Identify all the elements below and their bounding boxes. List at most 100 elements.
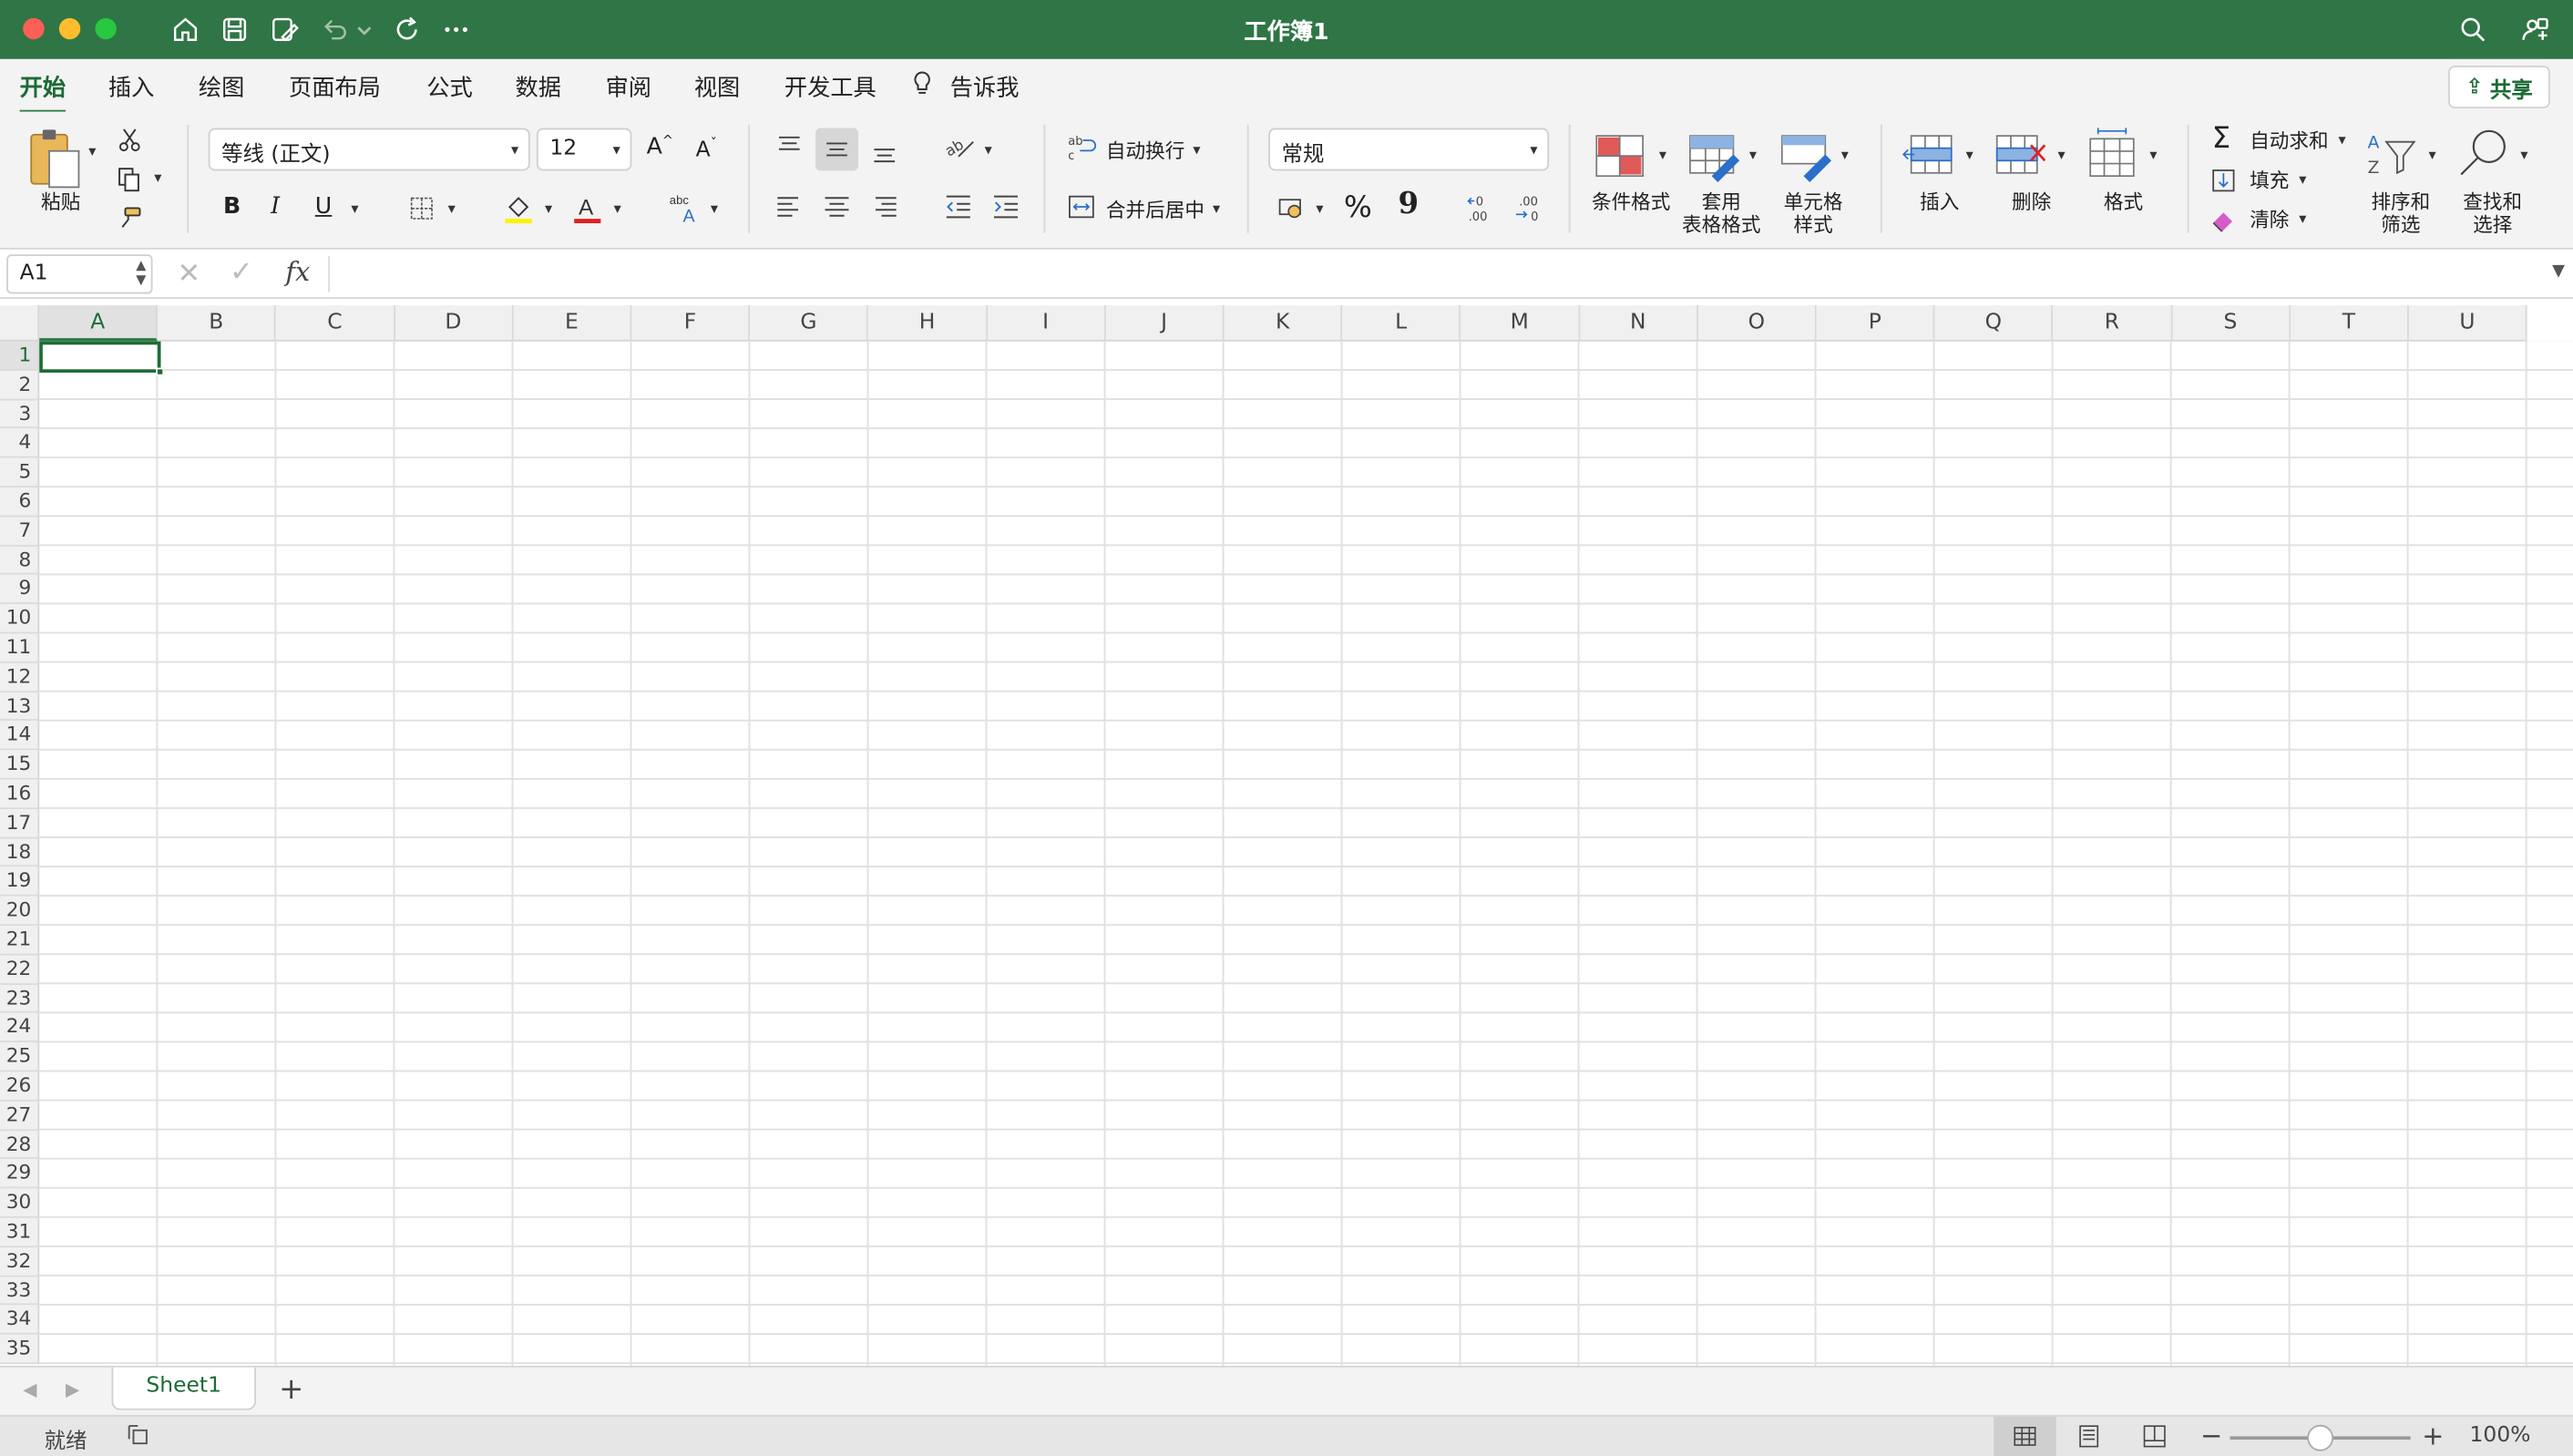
cell-styles-label-1[interactable]: 单元格 bbox=[1768, 190, 1857, 213]
conditional-formatting-dropdown-icon[interactable]: ▾ bbox=[1659, 148, 1666, 164]
cut-icon[interactable] bbox=[115, 125, 144, 154]
row-header[interactable]: 4 bbox=[0, 428, 40, 458]
tab-formulas[interactable]: 公式 bbox=[426, 70, 472, 103]
zoom-out-icon[interactable]: − bbox=[2200, 1420, 2222, 1451]
fill-dropdown-icon[interactable]: ▾ bbox=[2299, 172, 2306, 189]
row-header[interactable]: 10 bbox=[0, 604, 40, 634]
normal-view-icon[interactable] bbox=[1994, 1416, 2056, 1456]
accounting-dropdown-icon[interactable]: ▾ bbox=[1316, 202, 1323, 219]
row-header[interactable]: 22 bbox=[0, 955, 40, 985]
formula-input[interactable] bbox=[338, 256, 2537, 292]
align-right-icon[interactable] bbox=[866, 190, 903, 223]
clear-icon[interactable] bbox=[2209, 205, 2238, 234]
column-header[interactable]: H bbox=[868, 305, 988, 342]
italic-icon[interactable]: I bbox=[271, 194, 280, 220]
share-person-icon[interactable] bbox=[2519, 13, 2552, 46]
format-cells-icon[interactable] bbox=[2084, 125, 2143, 184]
row-header[interactable]: 25 bbox=[0, 1042, 40, 1072]
orientation-dropdown-icon[interactable]: ▾ bbox=[985, 143, 992, 159]
column-header[interactable]: P bbox=[1816, 305, 1935, 342]
row-header[interactable]: 24 bbox=[0, 1013, 40, 1043]
number-format-select[interactable]: 常规 ▾ bbox=[1268, 128, 1550, 171]
cell-styles-label-2[interactable]: 样式 bbox=[1768, 213, 1857, 236]
autosum-dropdown-icon[interactable]: ▾ bbox=[2338, 133, 2345, 149]
align-center-icon[interactable] bbox=[819, 190, 856, 223]
phonetic-dropdown-icon[interactable]: ▾ bbox=[711, 202, 718, 219]
find-select-label-2[interactable]: 选择 bbox=[2448, 213, 2537, 236]
column-header[interactable]: L bbox=[1342, 305, 1461, 342]
column-header[interactable]: U bbox=[2408, 305, 2527, 342]
paste-icon[interactable] bbox=[26, 125, 86, 190]
column-header[interactable]: B bbox=[158, 305, 277, 342]
merge-center-label[interactable]: 合并后居中 bbox=[1106, 199, 1204, 221]
format-as-table-icon[interactable] bbox=[1686, 128, 1745, 184]
autosum-icon[interactable]: Σ bbox=[2212, 121, 2230, 156]
borders-dropdown-icon[interactable]: ▾ bbox=[448, 202, 456, 219]
row-header[interactable]: 19 bbox=[0, 866, 40, 897]
column-header[interactable]: C bbox=[276, 305, 395, 342]
cancel-formula-icon[interactable]: ✕ bbox=[178, 258, 201, 291]
name-box-stepper-icon[interactable]: ▲ ▼ bbox=[136, 258, 146, 287]
increase-decimal-icon[interactable]: 0.00 bbox=[1464, 190, 1501, 227]
merge-center-icon[interactable] bbox=[1065, 190, 1098, 223]
autosum-label[interactable]: 自动求和 bbox=[2250, 129, 2328, 152]
insert-function-icon[interactable]: fx bbox=[285, 256, 310, 287]
cell-grid[interactable] bbox=[39, 341, 2573, 1366]
column-header[interactable]: N bbox=[1579, 305, 1698, 342]
font-size-select[interactable]: 12 ▾ bbox=[536, 128, 632, 171]
column-header[interactable]: Q bbox=[1934, 305, 2054, 342]
name-box[interactable]: A1 ▲ ▼ bbox=[6, 254, 153, 294]
insert-cells-label[interactable]: 插入 bbox=[1903, 190, 1975, 213]
column-header[interactable]: O bbox=[1697, 305, 1817, 342]
tab-developer[interactable]: 开发工具 bbox=[784, 70, 876, 103]
format-cells-label[interactable]: 格式 bbox=[2087, 190, 2159, 213]
format-painter-icon[interactable] bbox=[115, 203, 144, 232]
row-header[interactable]: 23 bbox=[0, 984, 40, 1014]
row-header[interactable]: 20 bbox=[0, 897, 40, 927]
percent-style-icon[interactable]: % bbox=[1344, 190, 1372, 225]
align-bottom-icon[interactable] bbox=[866, 135, 903, 168]
expand-formula-bar-icon[interactable]: ▼ bbox=[2552, 262, 2565, 281]
row-header[interactable]: 30 bbox=[0, 1188, 40, 1218]
row-header[interactable]: 28 bbox=[0, 1130, 40, 1160]
sort-filter-label-2[interactable]: 筛选 bbox=[2356, 213, 2445, 236]
font-name-select[interactable]: 等线 (正文) ▾ bbox=[208, 128, 530, 171]
delete-cells-dropdown-icon[interactable]: ▾ bbox=[2057, 148, 2065, 164]
zoom-slider-thumb[interactable] bbox=[2307, 1424, 2334, 1451]
row-header[interactable]: 33 bbox=[0, 1276, 40, 1306]
find-select-label-1[interactable]: 查找和 bbox=[2448, 190, 2537, 213]
row-header[interactable]: 12 bbox=[0, 662, 40, 692]
merge-center-dropdown-icon[interactable]: ▾ bbox=[1213, 202, 1220, 219]
format-as-table-dropdown-icon[interactable]: ▾ bbox=[1749, 148, 1757, 164]
clear-label[interactable]: 清除 bbox=[2250, 209, 2289, 231]
align-top-icon[interactable] bbox=[771, 131, 807, 164]
font-color-dropdown-icon[interactable]: ▾ bbox=[614, 202, 621, 219]
sort-filter-dropdown-icon[interactable]: ▾ bbox=[2429, 148, 2436, 164]
decrease-font-size-icon[interactable]: Aˇ bbox=[696, 137, 717, 163]
fill-label[interactable]: 填充 bbox=[2250, 169, 2289, 192]
column-header[interactable]: A bbox=[39, 305, 159, 342]
bold-icon[interactable]: B bbox=[223, 194, 241, 220]
row-header[interactable]: 1 bbox=[0, 341, 40, 371]
row-header[interactable]: 35 bbox=[0, 1335, 40, 1365]
row-header[interactable]: 15 bbox=[0, 750, 40, 780]
share-button[interactable]: ⇪ 共享 bbox=[2448, 66, 2550, 108]
row-header[interactable]: 7 bbox=[0, 517, 40, 547]
row-header[interactable]: 26 bbox=[0, 1071, 40, 1102]
row-header[interactable]: 3 bbox=[0, 399, 40, 429]
wrap-text-label[interactable]: 自动换行 bbox=[1106, 139, 1184, 162]
tab-insert[interactable]: 插入 bbox=[108, 70, 154, 103]
increase-indent-icon[interactable] bbox=[988, 190, 1024, 223]
row-header[interactable]: 11 bbox=[0, 633, 40, 663]
column-header[interactable]: F bbox=[631, 305, 751, 342]
format-cells-dropdown-icon[interactable]: ▾ bbox=[2149, 148, 2157, 164]
copy-dropdown-icon[interactable]: ▾ bbox=[154, 170, 161, 187]
underline-dropdown-icon[interactable]: ▾ bbox=[351, 202, 358, 219]
orientation-icon[interactable]: ab bbox=[942, 131, 979, 164]
row-header[interactable]: 21 bbox=[0, 926, 40, 956]
column-header[interactable]: I bbox=[987, 305, 1106, 342]
column-header[interactable]: D bbox=[395, 305, 514, 342]
conditional-formatting-icon[interactable] bbox=[1592, 128, 1651, 184]
delete-cells-label[interactable]: 删除 bbox=[1995, 190, 2067, 213]
accounting-format-icon[interactable] bbox=[1275, 194, 1307, 223]
